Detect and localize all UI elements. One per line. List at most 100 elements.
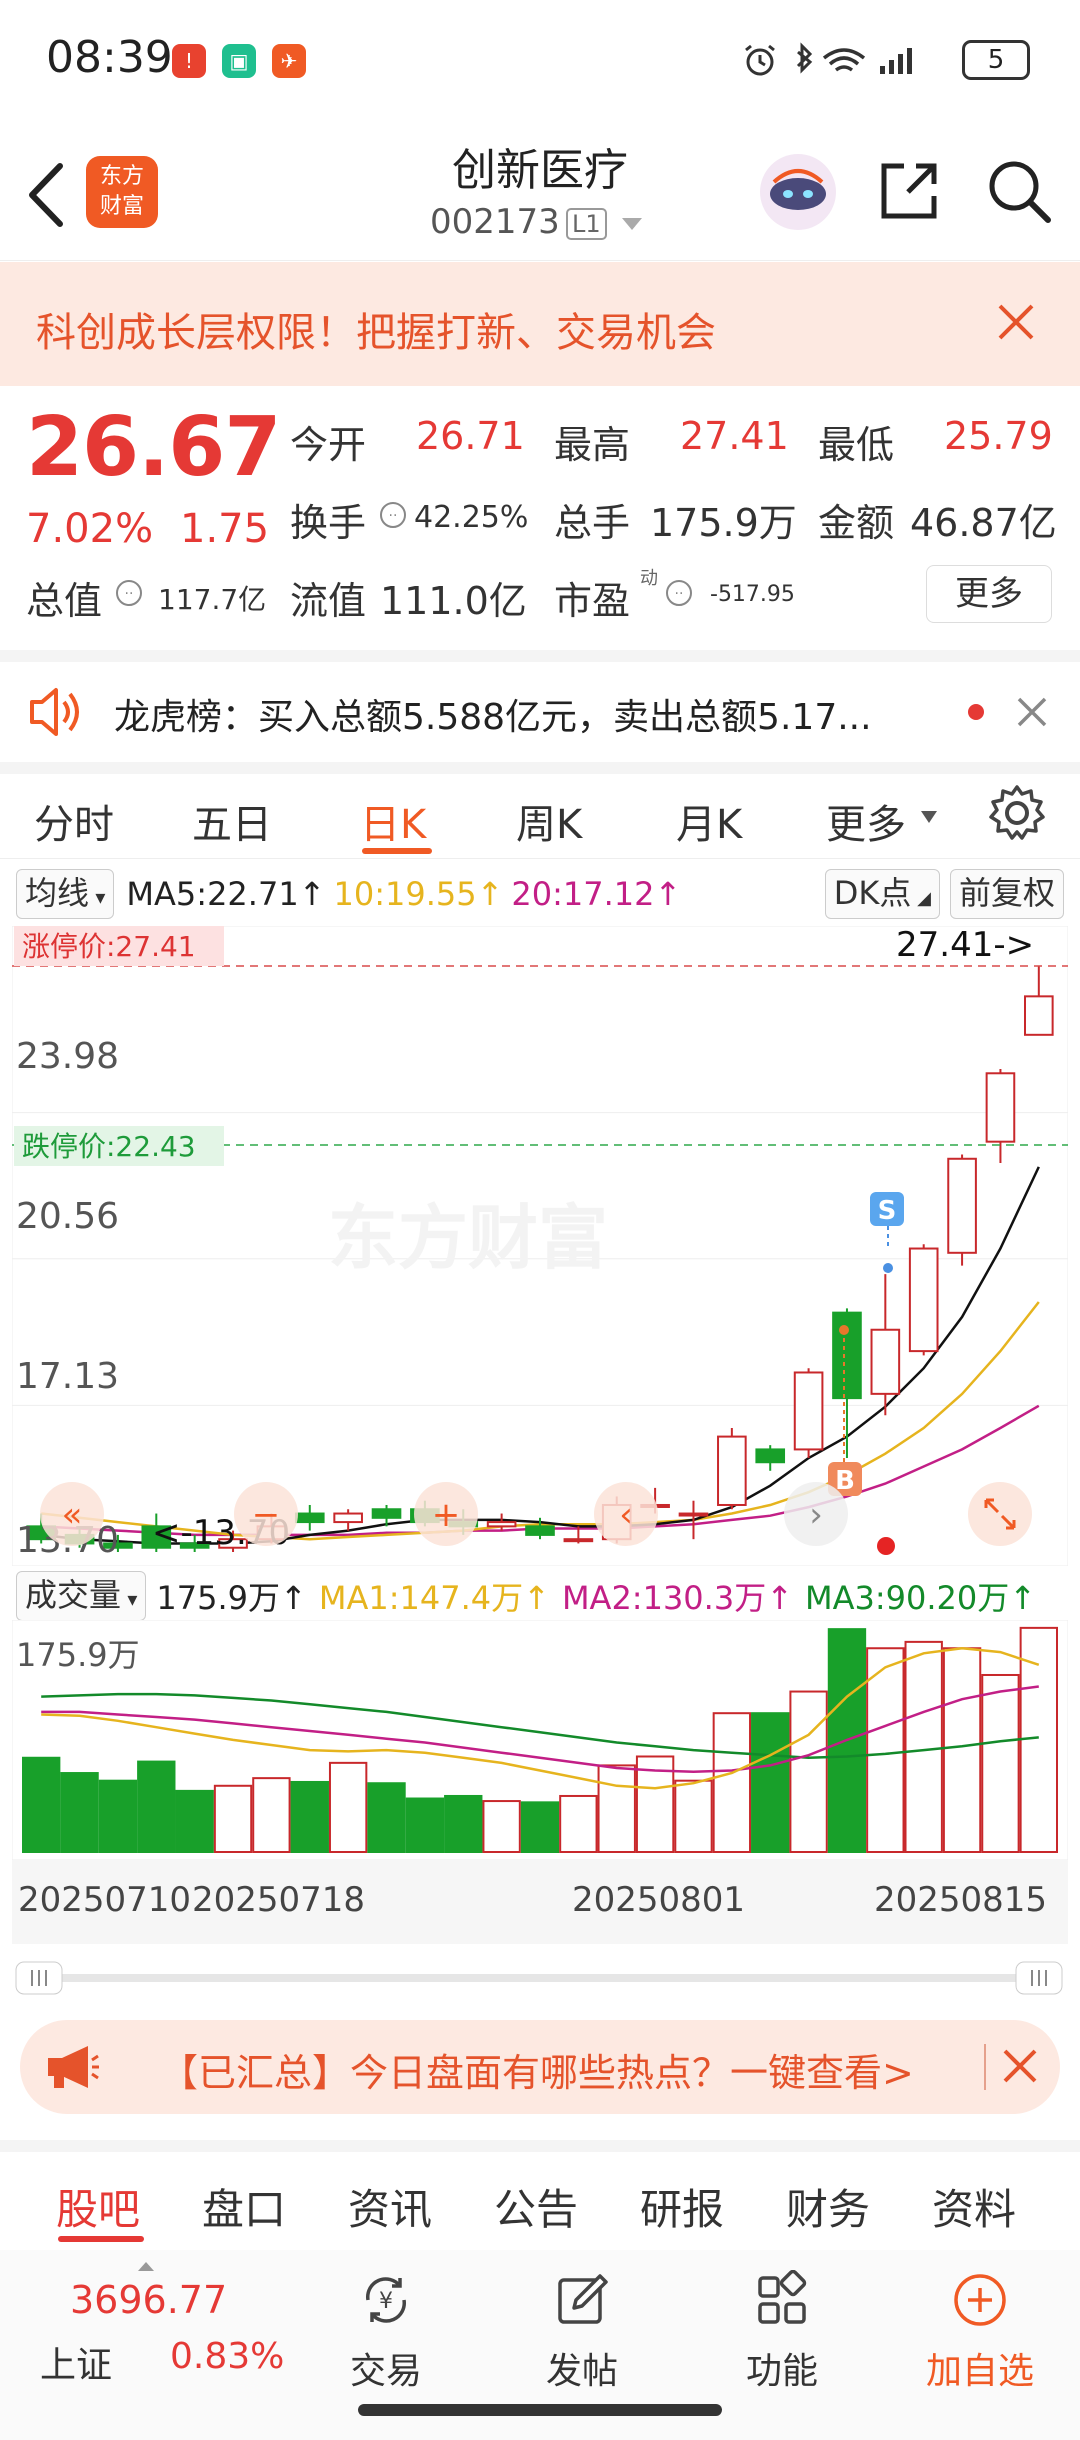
dropdown-triangle-icon[interactable] <box>920 810 938 824</box>
chevron-right-icon: › <box>809 1495 823 1535</box>
dk-point-selector[interactable]: DK点 ◢ <box>824 869 940 919</box>
promo-banner[interactable]: 科创成长层权限！把握打新、交易机会 <box>0 262 1080 386</box>
index-value: 3696.77 <box>70 2278 228 2322</box>
volume-bar <box>904 1640 943 1853</box>
amount-value: 46.87亿 <box>910 501 1057 545</box>
tab-forum[interactable]: 股吧 <box>56 2176 140 2237</box>
stock-code[interactable]: 002173 <box>430 202 560 242</box>
tab-monthly-k[interactable]: 月K <box>676 792 742 850</box>
settings-gear-icon[interactable] <box>986 782 1048 844</box>
date-label: 20250815 <box>874 1880 1048 1920</box>
volume-label: 总手 <box>554 501 631 545</box>
info-icon[interactable]: ·· <box>664 578 694 608</box>
info-icon[interactable]: ·· <box>114 578 144 608</box>
close-icon[interactable] <box>996 302 1036 342</box>
candle-body <box>908 1247 939 1353</box>
turnover-label: 换手 <box>290 501 367 545</box>
tab-weekly-k[interactable]: 周K <box>516 792 582 850</box>
svg-text:··: ·· <box>389 508 398 524</box>
tick-label: 20.56 <box>16 1196 119 1237</box>
tab-intraday[interactable]: 分时 <box>34 792 114 850</box>
dropdown-triangle-icon[interactable] <box>620 216 644 232</box>
candle-body <box>486 1521 517 1528</box>
tab-profile[interactable]: 资料 <box>932 2176 1016 2237</box>
tab-financials[interactable]: 财务 <box>786 2176 870 2237</box>
info-icon[interactable]: ·· <box>378 500 408 530</box>
chart-range-scrollbar[interactable] <box>14 1960 1064 1996</box>
active-tab-indicator <box>58 2236 144 2242</box>
volume-bar <box>252 1777 291 1853</box>
index-ticker[interactable]: 3696.77 上证 0.83% <box>20 2260 284 2390</box>
low-value: 25.79 <box>944 414 1053 458</box>
volume-bar <box>22 1756 61 1853</box>
tab-daily-k[interactable]: 日K <box>360 792 426 850</box>
close-icon[interactable] <box>1016 696 1048 728</box>
nav-trade[interactable]: ¥ 交易 <box>316 2270 456 2394</box>
volume-bar <box>290 1780 329 1853</box>
dragon-tiger-bar[interactable]: 龙虎榜：买入总额5.588亿元，卖出总额5.17... <box>0 650 1080 774</box>
low-label: 最低 <box>818 423 895 467</box>
hot-topic-notice[interactable]: 【已汇总】今日盘面有哪些热点？一键查看> <box>20 2020 1060 2114</box>
volume-bar <box>175 1789 214 1853</box>
level-badge[interactable]: L1 <box>566 208 607 240</box>
wifi-icon <box>822 48 866 72</box>
ma20-value: 20:17.12↑ <box>511 875 682 913</box>
nav-add-watchlist[interactable]: 加自选 <box>910 2270 1050 2394</box>
tab-announcements[interactable]: 公告 <box>494 2176 578 2237</box>
candle-body <box>717 1435 747 1506</box>
tab-research[interactable]: 研报 <box>640 2176 724 2237</box>
close-icon[interactable] <box>1002 2048 1038 2084</box>
more-button[interactable]: 更多 <box>926 565 1052 623</box>
tick-label: 23.98 <box>16 1036 119 1077</box>
tab-five-day[interactable]: 五日 <box>192 792 272 850</box>
alarm-icon <box>745 44 775 76</box>
nav-label: 发帖 <box>545 2351 618 2392</box>
yuan-exchange-icon: ¥ <box>366 2277 406 2323</box>
kline-chart[interactable]: 东方财富 涨停价:27.41 跌停价:22.43 27.41-> 23.98 2… <box>12 926 1068 1566</box>
volume-legend-row: 成交量 ▾ 175.9万↑ MA1:147.4万↑ MA2:130.3万↑ MA… <box>0 1571 1080 1621</box>
search-icon[interactable] <box>984 156 1054 226</box>
ma-selector[interactable]: 均线 ▾ <box>16 869 115 919</box>
tab-news[interactable]: 资讯 <box>348 2176 432 2237</box>
volume-chart[interactable]: 175.9万 <box>12 1620 1068 1860</box>
nav-functions[interactable]: 功能 <box>712 2269 852 2394</box>
current-price: 26.67 <box>26 400 281 495</box>
event-dot <box>877 1537 895 1555</box>
home-indicator[interactable] <box>358 2404 722 2416</box>
volume-selector[interactable]: 成交量 ▾ <box>16 1571 147 1621</box>
float-cap-value: 111.0亿 <box>380 579 527 623</box>
volume-bar <box>60 1772 99 1853</box>
notification-app-icon: ! <box>172 44 206 78</box>
fullscreen-button[interactable] <box>968 1482 1032 1546</box>
ma5-value: MA5:22.71↑ <box>126 875 326 913</box>
limit-up-label: 涨停价:27.41 <box>22 930 196 963</box>
volume-bar <box>444 1794 483 1854</box>
candle-body <box>985 1072 1016 1143</box>
chevron-left-icon: ‹ <box>619 1495 633 1535</box>
volume-bar <box>559 1794 598 1854</box>
nav-post[interactable]: 发帖 <box>512 2270 652 2394</box>
tab-orderbook[interactable]: 盘口 <box>202 2176 286 2237</box>
nav-label: 加自选 <box>925 2351 1034 2392</box>
edit-icon <box>558 2274 608 2324</box>
robot-assistant-icon[interactable] <box>756 150 840 234</box>
adjust-selector[interactable]: 前复权 <box>949 869 1064 919</box>
up-arrow-icon <box>138 2262 154 2271</box>
sell-marker-label: S <box>878 1196 897 1226</box>
candle-body <box>563 1538 594 1543</box>
speaker-icon <box>30 688 79 736</box>
dragon-tiger-text: 龙虎榜：买入总额5.588亿元，卖出总额5.17... <box>114 697 872 738</box>
share-icon[interactable] <box>876 158 942 224</box>
plus-icon: + <box>432 1495 461 1535</box>
volume-bar <box>482 1800 521 1853</box>
volume-bar <box>405 1797 445 1853</box>
corner-triangle-icon: ◢ <box>911 888 931 909</box>
tab-more[interactable]: 更多 <box>826 792 906 850</box>
float-cap-label: 流值 <box>290 579 367 623</box>
candle-body <box>947 1157 977 1254</box>
volume-bar <box>367 1782 406 1853</box>
megaphone-icon <box>48 2046 99 2088</box>
period-tabs: 分时 五日 日K 周K 月K 更多 <box>0 772 1080 859</box>
candle-body <box>1024 995 1054 1036</box>
volume-selector-label: 成交量 <box>25 1576 122 1614</box>
